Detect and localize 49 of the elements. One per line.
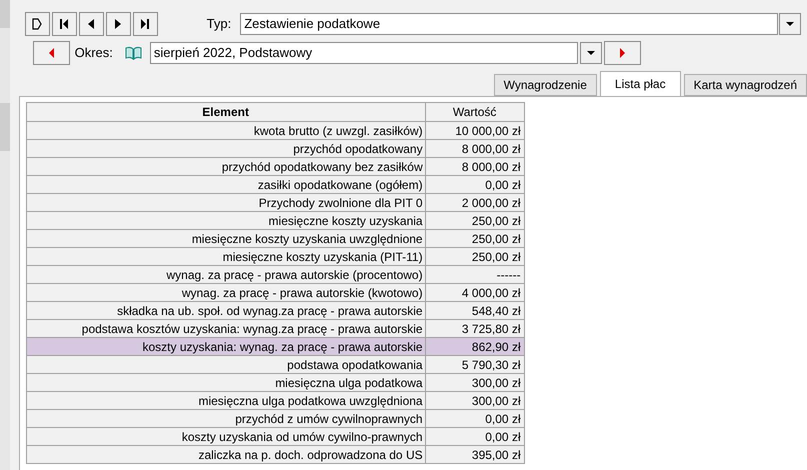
table-row[interactable]: zaliczka na p. doch. odprowadzona do US 395,00 zł bbox=[26, 446, 524, 464]
table-row[interactable]: kwota brutto (z uwzgl. zasiłków) 10 000,00 zł bbox=[26, 122, 524, 140]
nav-button[interactable] bbox=[132, 12, 158, 36]
dropdown-button[interactable] bbox=[580, 42, 602, 64]
first-icon bbox=[59, 19, 70, 29]
next-icon bbox=[115, 19, 122, 29]
nav-button[interactable] bbox=[78, 12, 104, 36]
last-icon bbox=[140, 19, 150, 29]
nav-button[interactable] bbox=[52, 12, 77, 36]
tab[interactable]: Lista płac bbox=[600, 71, 681, 96]
table-cell: 395,00 zł bbox=[425, 446, 524, 464]
type-label: Typ: bbox=[206, 15, 232, 34]
table-row[interactable]: miesięczne koszty uzyskania (PIT-11) 250,00 zł bbox=[26, 248, 524, 266]
table-row[interactable]: zasiłki opodatkowane (ogółem) 0,00 zł bbox=[26, 176, 524, 194]
period-label: Okres: bbox=[74, 44, 113, 62]
table-row[interactable]: miesięczna ulga podatkowa 300,00 zł bbox=[26, 374, 524, 392]
next-icon bbox=[620, 48, 625, 58]
tab[interactable]: Wynagrodzenie bbox=[494, 74, 597, 96]
column-header[interactable]: Element bbox=[26, 102, 426, 122]
nav-button[interactable] bbox=[106, 12, 131, 36]
dropdown-button[interactable] bbox=[779, 13, 802, 35]
table-row[interactable]: podstawa kosztów uzyskania: wynag.za pracę - prawa autorskie 3 725,80 zł bbox=[26, 320, 524, 338]
table-row[interactable]: przychód z umów cywilnoprawnych 0,00 zł bbox=[26, 410, 524, 428]
table-row[interactable]: miesięczne koszty uzyskania uwzględnione 250,00 zł bbox=[26, 230, 524, 248]
table-row[interactable]: miesięczna ulga podatkowa uwzględniona 300,00 zł bbox=[26, 392, 524, 410]
tab[interactable]: Karta wynagrodzeń bbox=[684, 74, 807, 96]
table-row[interactable]: podstawa opodatkowania 5 790,30 zł bbox=[26, 356, 524, 374]
previous-period-button[interactable] bbox=[32, 41, 70, 65]
table-cell: zaliczka na p. doch. odprowadzona do US bbox=[26, 446, 426, 464]
previous-icon bbox=[48, 48, 54, 58]
period-field[interactable]: sierpień 2022, Podstawowy bbox=[150, 42, 578, 64]
table-row[interactable]: miesięczne koszty uzyskania 250,00 zł bbox=[26, 212, 524, 230]
table-row[interactable]: wynag. za pracę - prawa autorskie (kwotowo) 4 000,00 zł bbox=[26, 284, 524, 302]
caret-icon bbox=[786, 22, 794, 26]
type-field[interactable]: Zestawienie podatkowe bbox=[240, 13, 778, 35]
table-row[interactable]: koszty uzyskania: wynag. za pracę - prawa autorskie 862,90 zł bbox=[26, 338, 524, 356]
book-icon bbox=[124, 46, 142, 60]
nav-button[interactable] bbox=[24, 12, 50, 36]
table-row[interactable]: wynag. za pracę - prawa autorskie (procentowo) ------ bbox=[26, 266, 524, 284]
column-header[interactable]: Wartość bbox=[425, 102, 524, 122]
caret-icon bbox=[586, 51, 595, 55]
table-row[interactable]: koszty uzyskania od umów cywilno-prawnych 0,00 zł bbox=[26, 428, 524, 446]
table-row[interactable]: przychód opodatkowany 8 000,00 zł bbox=[26, 140, 524, 158]
next-period-button[interactable] bbox=[604, 41, 641, 65]
previous-icon bbox=[88, 19, 94, 29]
table-row[interactable]: składka na ub. społ. od wynag.za pracę - prawa autorskie 548,40 zł bbox=[26, 302, 524, 320]
table-row[interactable]: Przychody zwolnione dla PIT 0 2 000,00 zł bbox=[26, 194, 524, 212]
table-row[interactable]: przychód opodatkowany bez zasiłków 8 000,00 zł bbox=[26, 158, 524, 176]
document-icon bbox=[32, 18, 42, 30]
